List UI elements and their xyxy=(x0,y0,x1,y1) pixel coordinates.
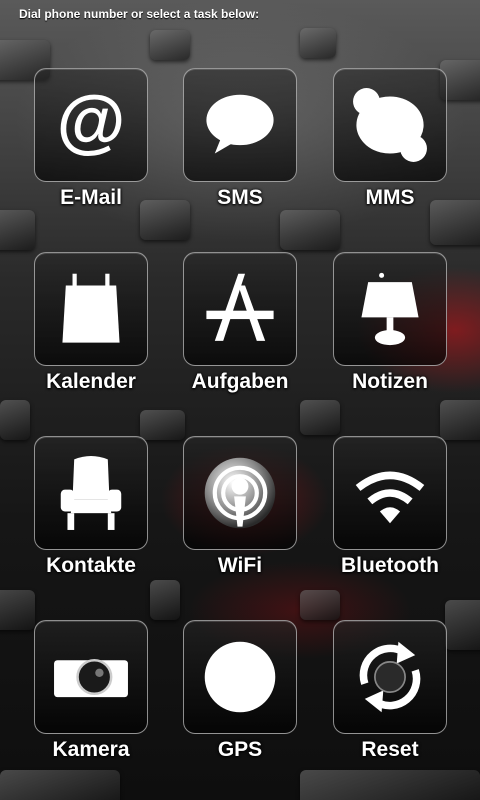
tile-aufgaben-label: Aufgaben xyxy=(191,370,289,393)
lamp-icon xyxy=(361,272,419,346)
armchair-icon xyxy=(60,456,122,530)
tile-aufgaben-box[interactable] xyxy=(183,252,297,366)
tile-wifi-label: WiFi xyxy=(217,554,263,577)
camera-icon xyxy=(54,658,128,698)
tile-gps-label: GPS xyxy=(217,738,263,761)
tile-bluetooth-box[interactable] xyxy=(333,436,447,550)
tile-notizen-box[interactable] xyxy=(333,252,447,366)
tile-wifi-box[interactable] xyxy=(183,436,297,550)
skype-cloud-icon xyxy=(353,88,427,162)
tile-kamera-box[interactable] xyxy=(34,620,148,734)
tile-reset-box[interactable] xyxy=(333,620,447,734)
tile-reset-label: Reset xyxy=(361,738,419,761)
tile-kalender-label: Kalender xyxy=(46,370,136,393)
tile-email-box[interactable]: @ xyxy=(34,68,148,182)
tile-mms-box[interactable] xyxy=(333,68,447,182)
tile-notizen-label: Notizen xyxy=(352,370,428,393)
tile-aufgaben[interactable]: Aufgaben xyxy=(166,252,314,432)
tile-kontakte-label: Kontakte xyxy=(46,554,136,577)
task-grid: @ E-Mail SMS MMS Kalender Aufgaben Notiz… xyxy=(0,0,480,800)
app-store-icon xyxy=(206,273,274,341)
reset-arrows-icon xyxy=(359,641,421,713)
tile-kontakte[interactable]: Kontakte xyxy=(17,436,165,616)
tile-email-label: E-Mail xyxy=(60,186,122,209)
tile-gps[interactable]: GPS xyxy=(166,620,314,800)
tile-email[interactable]: @ E-Mail xyxy=(17,68,165,248)
calendar-icon xyxy=(62,273,120,343)
tile-wifi[interactable]: WiFi xyxy=(166,436,314,616)
tile-bluetooth-label: Bluetooth xyxy=(341,554,439,577)
tile-kontakte-box[interactable] xyxy=(34,436,148,550)
tile-mms-label: MMS xyxy=(365,186,415,209)
tile-sms-box[interactable] xyxy=(183,68,297,182)
tile-mms[interactable]: MMS xyxy=(316,68,464,248)
wifi-signal-icon xyxy=(355,471,425,524)
circle-icon xyxy=(204,641,276,713)
tile-gps-box[interactable] xyxy=(183,620,297,734)
tile-kamera[interactable]: Kamera xyxy=(17,620,165,800)
tile-kalender[interactable]: Kalender xyxy=(17,252,165,432)
tile-kalender-box[interactable] xyxy=(34,252,148,366)
tile-bluetooth[interactable]: Bluetooth xyxy=(316,436,464,616)
at-sign-icon: @ xyxy=(57,83,126,160)
tile-sms[interactable]: SMS xyxy=(166,68,314,248)
tile-kamera-label: Kamera xyxy=(52,738,130,761)
podcast-icon xyxy=(204,457,276,529)
tile-notizen[interactable]: Notizen xyxy=(316,252,464,432)
speech-bubble-icon xyxy=(206,94,274,154)
tile-reset[interactable]: Reset xyxy=(316,620,464,800)
tile-sms-label: SMS xyxy=(217,186,263,209)
svg-text:@: @ xyxy=(57,83,126,160)
